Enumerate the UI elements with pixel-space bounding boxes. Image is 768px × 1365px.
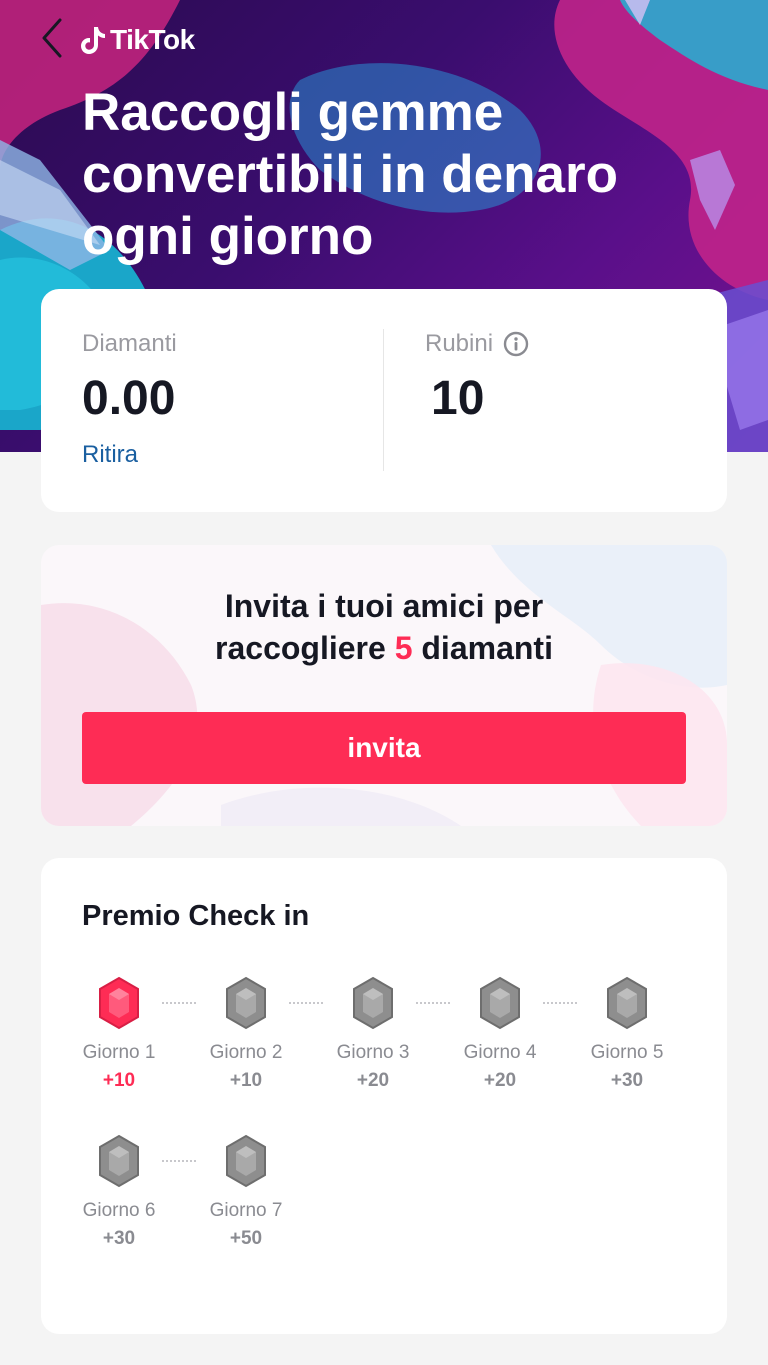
day-reward: +50 — [229, 1228, 263, 1249]
balance-card: Diamanti 0.00 Ritira Rubini 10 — [41, 289, 727, 512]
balance-divider — [383, 329, 384, 471]
invite-button[interactable]: invita — [82, 712, 686, 784]
invite-line-2: raccogliere 5 diamanti — [41, 627, 727, 669]
day-label: Giorno 7 — [209, 1200, 283, 1221]
day-label: Giorno 1 — [82, 1042, 156, 1063]
checkin-day: Giorno 6 +30 — [64, 1134, 174, 1250]
gem-icon — [480, 976, 520, 1030]
diamonds-balance: Diamanti 0.00 Ritira — [82, 329, 177, 469]
day-reward: +20 — [356, 1070, 390, 1091]
gem-icon — [99, 976, 139, 1030]
checkin-day: Giorno 1 +10 — [64, 976, 174, 1092]
title-line-2: convertibili in denaro — [82, 145, 618, 204]
day-label: Giorno 2 — [209, 1042, 283, 1063]
invite-line-2-prefix: raccogliere — [215, 630, 395, 666]
gem-icon — [353, 976, 393, 1030]
checkin-day: Giorno 2 +10 — [191, 976, 301, 1092]
day-label: Giorno 6 — [82, 1200, 156, 1221]
rubies-label: Rubini — [425, 330, 494, 357]
back-button[interactable] — [32, 16, 72, 60]
diamonds-value: 0.00 — [82, 372, 176, 425]
rubies-balance: Rubini 10 — [425, 329, 529, 425]
info-icon[interactable] — [503, 331, 529, 357]
tiktok-note-icon — [81, 27, 105, 54]
day-reward: +20 — [483, 1070, 517, 1091]
gem-icon — [607, 976, 647, 1030]
gem-icon — [226, 1134, 266, 1188]
rubies-value: 10 — [431, 372, 485, 425]
page-title: Raccogli gemme convertibili in denaro og… — [82, 82, 682, 268]
diamonds-label: Diamanti — [82, 330, 177, 357]
rubies-label-row: Rubini — [425, 329, 529, 359]
checkin-day: Giorno 5 +30 — [572, 976, 682, 1092]
invite-diamond-count: 5 — [394, 630, 413, 666]
withdraw-link[interactable]: Ritira — [82, 441, 138, 469]
invite-line-2-suffix: diamanti — [412, 630, 553, 666]
invite-card: Invita i tuoi amici per raccogliere 5 di… — [41, 545, 727, 826]
checkin-title: Premio Check in — [82, 900, 310, 932]
checkin-day: Giorno 4 +20 — [445, 976, 555, 1092]
gem-icon — [226, 976, 266, 1030]
chevron-left-icon — [42, 18, 62, 58]
brand-name: TikTok — [110, 24, 195, 55]
day-reward: +10 — [102, 1070, 136, 1091]
day-label: Giorno 3 — [336, 1042, 410, 1063]
checkin-day: Giorno 3 +20 — [318, 976, 428, 1092]
day-reward: +30 — [610, 1070, 644, 1091]
title-line-1: Raccogli gemme — [82, 83, 504, 142]
checkin-day: Giorno 7 +50 — [191, 1134, 301, 1250]
title-line-3: ogni giorno — [82, 207, 374, 266]
day-label: Giorno 4 — [463, 1042, 537, 1063]
checkin-card: Premio Check in Giorno 1 +10 Giorno 2 +10 Gi… — [41, 858, 727, 1334]
day-reward: +30 — [102, 1228, 136, 1249]
day-reward: +10 — [229, 1070, 263, 1091]
day-label: Giorno 5 — [590, 1042, 664, 1063]
invite-line-1: Invita i tuoi amici per — [224, 588, 544, 624]
tiktok-logo: TikTok — [80, 20, 195, 60]
invite-message: Invita i tuoi amici per raccogliere 5 di… — [41, 585, 727, 669]
gem-icon — [99, 1134, 139, 1188]
